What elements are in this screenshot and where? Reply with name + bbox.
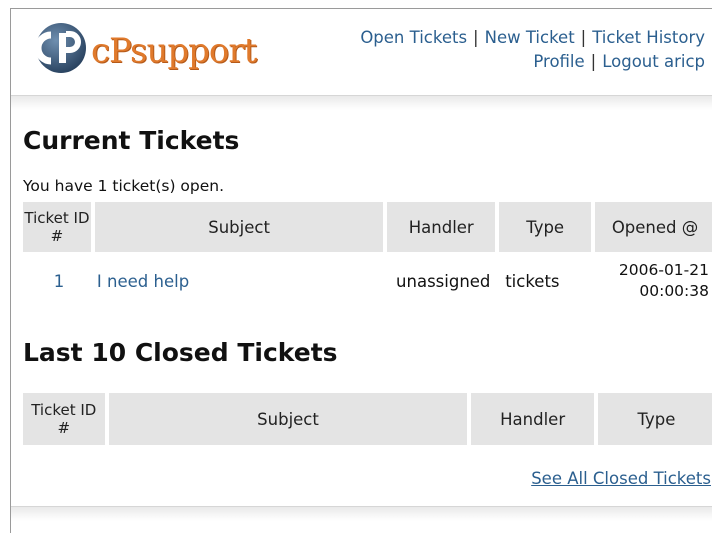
- header: cPsupport Open Tickets | New Ticket | Ticket…: [11, 9, 712, 95]
- ticket-id-cell[interactable]: 1: [23, 252, 95, 310]
- nav-logout[interactable]: Logout aricp: [602, 52, 705, 71]
- opened-time: 00:00:38: [639, 282, 709, 300]
- header-divider: [11, 95, 712, 110]
- nav-separator: |: [473, 28, 479, 47]
- nav-open-tickets[interactable]: Open Tickets: [360, 28, 467, 47]
- cpanel-logo-icon: [34, 23, 86, 73]
- footer-divider: [11, 506, 712, 521]
- cpsupport-logo[interactable]: cPsupport: [33, 23, 257, 73]
- nav-separator: |: [590, 52, 597, 71]
- table-row[interactable]: 1 I need help unassigned tickets 2006-01…: [23, 252, 712, 310]
- column-subject: Subject: [94, 202, 388, 252]
- current-tickets-heading: Current Tickets: [23, 126, 240, 155]
- column-handler: Handler: [471, 393, 598, 445]
- column-type: Type: [499, 202, 596, 252]
- nav-ticket-history[interactable]: Ticket History: [592, 28, 705, 47]
- column-handler: Handler: [387, 202, 500, 252]
- top-navigation: Open Tickets | New Ticket | Ticket History P…: [360, 26, 705, 74]
- closed-tickets-heading: Last 10 Closed Tickets: [23, 338, 338, 367]
- logo-text: cPsupport: [91, 31, 257, 71]
- ticket-subject-cell[interactable]: I need help: [95, 252, 387, 310]
- opened-date: 2006-01-21: [618, 261, 709, 279]
- column-ticket-id: Ticket ID #: [23, 202, 95, 252]
- ticket-type-cell: tickets: [505, 271, 560, 291]
- current-tickets-table: Ticket ID # Subject Handler Type Opened …: [23, 202, 712, 310]
- nav-new-ticket[interactable]: New Ticket: [485, 28, 575, 47]
- ticket-opened-cell: 2006-01-21 00:00:38: [595, 252, 712, 310]
- table-header-row: Ticket ID # Subject Handler Type: [23, 393, 712, 445]
- column-subject: Subject: [108, 393, 472, 445]
- column-type: Type: [597, 393, 712, 445]
- page-frame: cPsupport Open Tickets | New Ticket | Ticket…: [10, 8, 712, 533]
- column-ticket-id: Ticket ID #: [23, 393, 109, 445]
- ticket-subject-link[interactable]: I need help: [97, 272, 189, 291]
- table-header-row: Ticket ID # Subject Handler Type Opened …: [23, 202, 712, 252]
- ticket-id-link[interactable]: 1: [54, 272, 65, 291]
- ticket-handler-cell: unassigned: [396, 271, 491, 291]
- column-opened: Opened @: [595, 202, 712, 252]
- open-ticket-count: You have 1 ticket(s) open.: [23, 177, 225, 195]
- nav-profile[interactable]: Profile: [533, 52, 584, 71]
- see-all-closed-tickets-link[interactable]: See All Closed Tickets: [531, 469, 711, 488]
- closed-tickets-table: Ticket ID # Subject Handler Type: [23, 393, 712, 445]
- nav-separator: |: [580, 28, 587, 47]
